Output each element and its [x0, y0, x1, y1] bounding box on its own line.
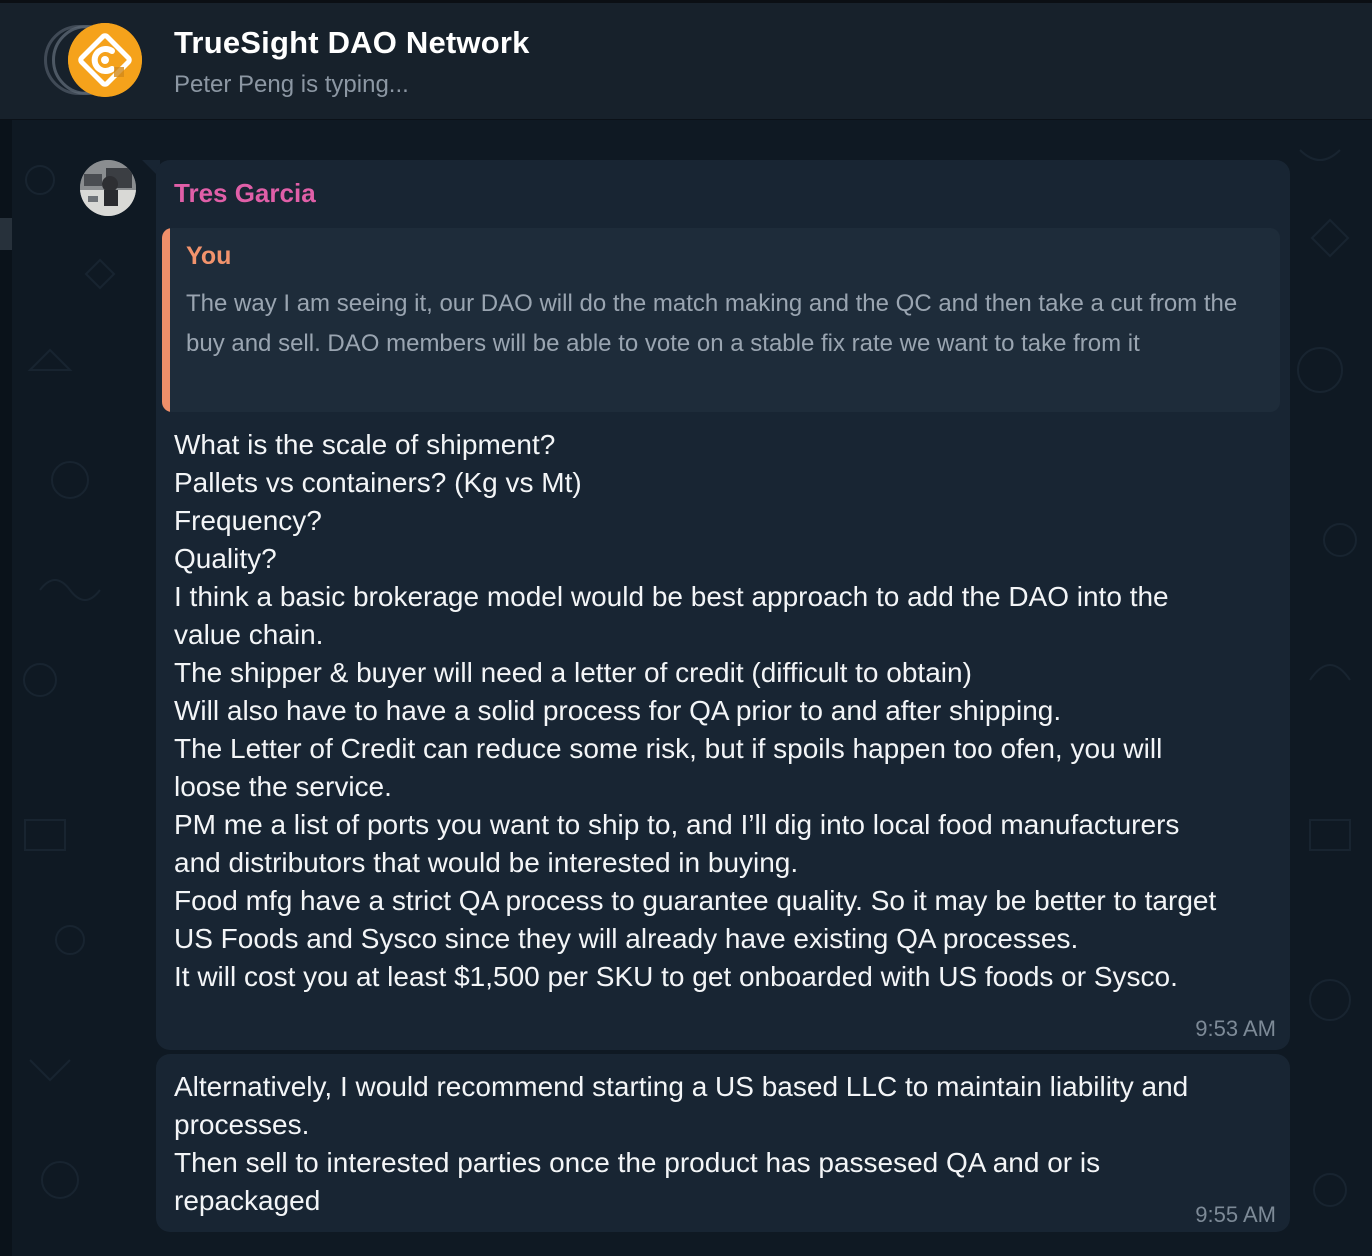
truesight-logo-icon[interactable]: [68, 23, 142, 97]
message-line: PM me a list of ports you want to ship t…: [174, 809, 1180, 840]
chat-title[interactable]: TrueSight DAO Network: [174, 25, 530, 61]
message-bubble[interactable]: Alternatively, I would recommend startin…: [156, 1054, 1290, 1232]
message-line: It will cost you at least $1,500 per SKU…: [174, 961, 1178, 992]
message-line: repackaged: [174, 1185, 321, 1216]
reply-accent-bar: [162, 228, 170, 412]
message-line: Food mfg have a strict QA process to gua…: [174, 885, 1217, 916]
message-text: What is the scale of shipment? Pallets v…: [174, 426, 1284, 996]
message-line: value chain.: [174, 619, 324, 650]
reply-preview[interactable]: You The way I am seeing it, our DAO will…: [162, 228, 1280, 412]
message-timestamp: 9:53 AM: [1195, 1016, 1276, 1041]
truesight-logo-svg: [68, 23, 142, 97]
message-line: processes.: [174, 1109, 310, 1140]
reply-author: You: [186, 242, 232, 270]
message-line: US Foods and Sysco since they will alrea…: [174, 923, 1079, 954]
message-bubble[interactable]: Tres Garcia You The way I am seeing it, …: [156, 160, 1290, 1050]
chat-header[interactable]: TrueSight DAO Network Peter Peng is typi…: [0, 3, 1372, 120]
message-line: Alternatively, I would recommend startin…: [174, 1071, 1189, 1102]
typing-status: Peter Peng is typing...: [174, 71, 409, 98]
message-timestamp: 9:55 AM: [1195, 1202, 1276, 1227]
message-line: The shipper & buyer will need a letter o…: [174, 657, 972, 688]
group-avatar-stack[interactable]: [44, 23, 144, 99]
message-line: Frequency?: [174, 505, 322, 536]
message-line: The Letter of Credit can reduce some ris…: [174, 733, 1163, 764]
message-line: and distributors that would be intereste…: [174, 847, 799, 878]
avatar-photo: [80, 160, 136, 216]
message-line: Quality?: [174, 543, 277, 574]
message-line: Will also have to have a solid process f…: [174, 695, 1062, 726]
reply-text: The way I am seeing it, our DAO will do …: [186, 290, 1238, 357]
sender-name[interactable]: Tres Garcia: [174, 178, 316, 209]
left-panel-edge: [0, 120, 12, 1256]
message-line: Then sell to interested parties once the…: [174, 1147, 1101, 1178]
message-list[interactable]: Tres Garcia You The way I am seeing it, …: [0, 120, 1372, 1256]
scroll-marker[interactable]: [0, 218, 12, 250]
message-line: I think a basic brokerage model would be…: [174, 581, 1169, 612]
message-text: Alternatively, I would recommend startin…: [174, 1068, 1284, 1220]
message-line: loose the service.: [174, 771, 392, 802]
user-photo-avatar[interactable]: [80, 160, 136, 216]
message-line: What is the scale of shipment?: [174, 429, 556, 460]
message-line: Pallets vs containers? (Kg vs Mt): [174, 467, 582, 498]
